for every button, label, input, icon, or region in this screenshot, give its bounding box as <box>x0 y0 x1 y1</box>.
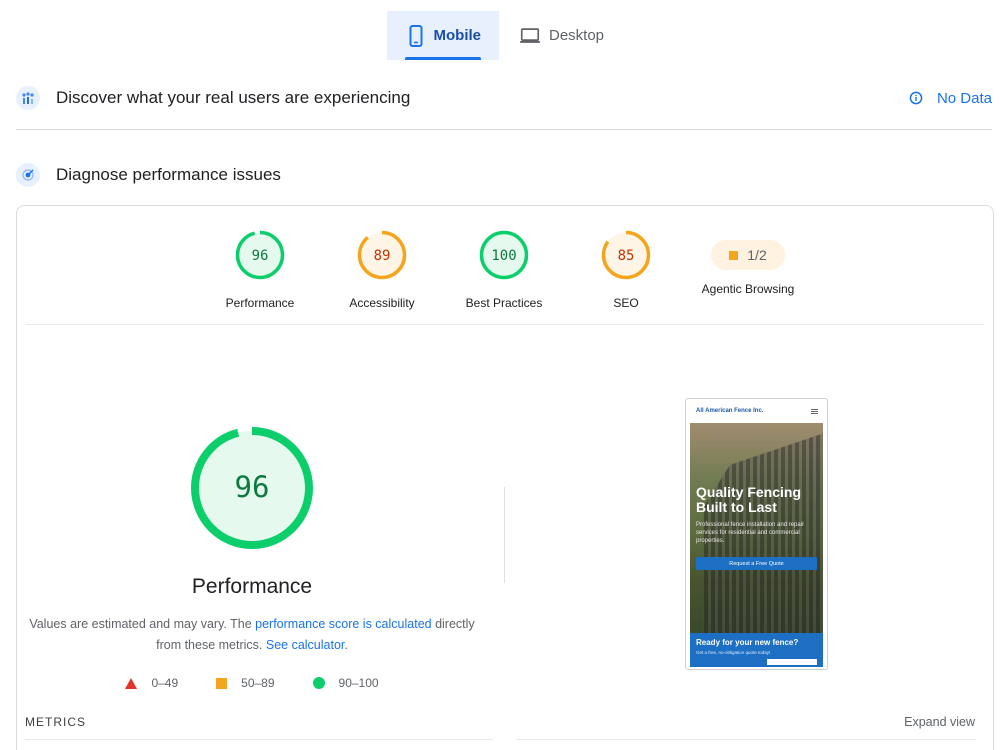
performance-gauge-large: 96 <box>191 427 313 549</box>
gauge-seo[interactable]: 85 SEO <box>566 230 686 310</box>
gauge-label: Performance <box>225 296 295 310</box>
hero-title: Quality Fencing Built to Last <box>696 485 801 515</box>
section-divider <box>16 129 992 130</box>
legend-pass: 90–100 <box>312 676 379 690</box>
gauge-label: SEO <box>613 296 639 310</box>
field-data-header: Discover what your real users are experi… <box>16 86 992 110</box>
tab-desktop[interactable]: Desktop <box>499 11 622 60</box>
site-cta-band: Ready for your new fence? Get a free, no… <box>690 633 823 667</box>
lab-icon <box>16 163 40 187</box>
score-note: Values are estimated and may vary. The p… <box>28 614 476 656</box>
gauge-value: 96 <box>252 248 269 264</box>
agentic-value: 1/2 <box>747 247 767 263</box>
tab-mobile[interactable]: Mobile <box>387 11 499 60</box>
note-text: . <box>344 638 348 652</box>
site-header: All American Fence Inc. <box>686 399 827 423</box>
tab-desktop-label: Desktop <box>549 27 605 44</box>
performance-score-link[interactable]: performance score is calculated <box>255 617 431 631</box>
note-text: Values are estimated and may vary. The <box>29 617 256 631</box>
gauge-accessibility[interactable]: 89 Accessibility <box>322 230 442 310</box>
laptop-icon <box>519 25 541 47</box>
smartphone-icon <box>407 24 426 47</box>
gauge-label: Best Practices <box>465 296 543 310</box>
users-chart-icon <box>16 86 40 110</box>
lab-data-title: Diagnose performance issues <box>56 165 281 184</box>
gauge-ring: 100 <box>479 230 529 280</box>
gauge-value: 85 <box>618 248 635 264</box>
final-screenshot[interactable]: All American Fence Inc. Quality Fencing … <box>685 398 828 670</box>
site-hero: Quality Fencing Built to Last Profession… <box>690 423 823 633</box>
no-data-link[interactable]: No Data <box>909 90 992 107</box>
hero-title-line: Built to Last <box>696 499 777 515</box>
legend-range: 0–49 <box>151 676 179 690</box>
gauge-best-practices[interactable]: 100 Best Practices <box>444 230 564 310</box>
score-legend: 0–49 50–89 90–100 <box>0 676 504 690</box>
cta-button <box>767 659 817 665</box>
gauge-value: 100 <box>491 248 516 264</box>
device-tabs: Mobile Desktop <box>387 11 622 60</box>
metrics-divider <box>25 739 493 740</box>
metrics-title: METRICS <box>25 715 86 729</box>
gauge-ring: 85 <box>601 230 651 280</box>
legend-average: 50–89 <box>216 676 275 690</box>
performance-title: Performance <box>191 575 313 598</box>
menu-icon <box>811 408 818 414</box>
info-icon <box>909 91 923 105</box>
legend-range: 90–100 <box>338 676 379 690</box>
see-calculator-link[interactable]: See calculator <box>266 638 345 652</box>
lab-data-header: Diagnose performance issues <box>16 163 992 187</box>
gauge-agentic-browsing[interactable]: 1/2 Agentic Browsing <box>688 230 808 296</box>
tab-mobile-label: Mobile <box>433 27 482 44</box>
metrics-divider <box>516 739 976 740</box>
gauge-label: Agentic Browsing <box>701 282 795 296</box>
hero-subtitle: Professional fence installation and repa… <box>696 522 805 544</box>
gauge-ring: 96 <box>235 230 285 280</box>
site-logo: All American Fence Inc. <box>696 408 764 414</box>
score-gauges: 96 Performance 89 Accessibility 100 Best… <box>0 230 1000 310</box>
cta-subtitle: Get a free, no-obligation quote today! <box>696 650 771 655</box>
field-data-title: Discover what your real users are experi… <box>56 88 411 107</box>
legend-range: 50–89 <box>241 676 275 690</box>
hero-title-line: Quality Fencing <box>696 484 802 500</box>
cta-title: Ready for your new fence? <box>696 638 799 647</box>
no-data-label: No Data <box>936 89 992 107</box>
legend-fail: 0–49 <box>125 676 178 690</box>
square-icon <box>216 677 228 689</box>
circle-icon <box>312 677 325 689</box>
gauge-ring: 89 <box>357 230 407 280</box>
gauge-label: Accessibility <box>349 296 415 310</box>
performance-score-large: 96 <box>235 470 270 504</box>
agentic-badge: 1/2 <box>711 240 785 270</box>
gauge-performance[interactable]: 96 Performance <box>200 230 320 310</box>
gauge-value: 89 <box>374 248 391 264</box>
triangle-icon <box>125 677 138 689</box>
expand-view-button[interactable]: Expand view <box>904 715 975 729</box>
quote-button: Request a Free Quote <box>696 557 817 570</box>
card-divider <box>26 324 984 325</box>
average-square-icon <box>729 250 739 260</box>
vertical-divider <box>504 487 505 583</box>
